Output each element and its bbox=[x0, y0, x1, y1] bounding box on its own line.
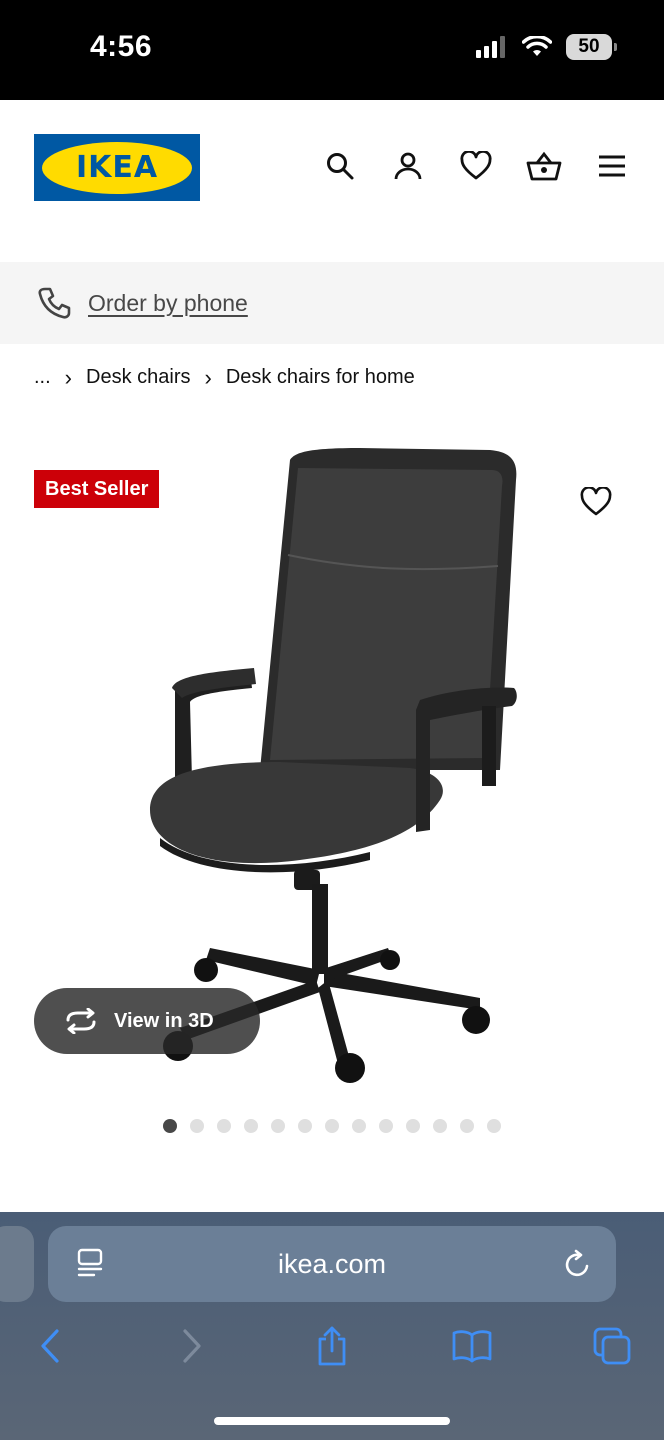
view-in-3d-button[interactable]: View in 3D bbox=[34, 988, 260, 1054]
ikea-logo[interactable]: IKEA bbox=[34, 134, 200, 201]
carousel-dots bbox=[163, 1119, 501, 1133]
phone-icon bbox=[38, 287, 71, 319]
status-time: 4:56 bbox=[90, 30, 153, 63]
signal-icon bbox=[476, 36, 505, 58]
add-to-favorites-button[interactable] bbox=[578, 484, 614, 520]
carousel-dot[interactable] bbox=[190, 1119, 204, 1133]
previous-tab-preview[interactable] bbox=[0, 1226, 34, 1302]
header-actions bbox=[322, 148, 630, 184]
carousel-dot[interactable] bbox=[433, 1119, 447, 1133]
chevron-right-icon: › bbox=[204, 364, 212, 390]
order-by-phone-bar: Order by phone bbox=[0, 262, 664, 344]
view-in-3d-label: View in 3D bbox=[114, 1009, 214, 1032]
favorites-icon[interactable] bbox=[458, 148, 494, 184]
status-indicators: 50 bbox=[476, 34, 617, 60]
home-indicator bbox=[214, 1417, 450, 1425]
share-button[interactable] bbox=[310, 1322, 354, 1370]
browser-toolbar bbox=[0, 1322, 664, 1382]
carousel-dot[interactable] bbox=[379, 1119, 393, 1133]
forward-button[interactable] bbox=[170, 1322, 214, 1370]
rotate-3d-icon bbox=[66, 1008, 96, 1034]
back-button[interactable] bbox=[28, 1322, 72, 1370]
account-icon[interactable] bbox=[390, 148, 426, 184]
carousel-dot[interactable] bbox=[487, 1119, 501, 1133]
reload-icon[interactable] bbox=[562, 1248, 594, 1280]
wifi-icon bbox=[522, 36, 552, 56]
carousel-dot[interactable] bbox=[244, 1119, 258, 1133]
carousel-dot[interactable] bbox=[271, 1119, 285, 1133]
carousel-dot[interactable] bbox=[217, 1119, 231, 1133]
search-icon[interactable] bbox=[322, 148, 358, 184]
order-by-phone-link[interactable]: Order by phone bbox=[88, 290, 248, 317]
breadcrumb: ... › Desk chairs › Desk chairs for home bbox=[34, 366, 415, 389]
carousel-dot[interactable] bbox=[325, 1119, 339, 1133]
logo-oval: IKEA bbox=[42, 141, 192, 194]
share-icon bbox=[318, 1326, 346, 1366]
cart-icon[interactable] bbox=[526, 148, 562, 184]
carousel-dot[interactable] bbox=[460, 1119, 474, 1133]
tabs-icon bbox=[593, 1327, 631, 1365]
heart-icon bbox=[580, 487, 612, 516]
reader-mode-icon[interactable] bbox=[76, 1248, 106, 1280]
status-bar: 4:56 50 bbox=[0, 0, 664, 100]
menu-icon[interactable] bbox=[594, 148, 630, 184]
carousel-dot[interactable] bbox=[406, 1119, 420, 1133]
breadcrumb-desk-chairs-for-home[interactable]: Desk chairs for home bbox=[226, 366, 415, 389]
chevron-right-icon bbox=[183, 1329, 201, 1363]
browser-chrome: ikea.com bbox=[0, 1212, 664, 1440]
carousel-dot[interactable] bbox=[163, 1119, 177, 1133]
breadcrumb-ellipsis[interactable]: ... bbox=[34, 366, 51, 389]
chevron-right-icon: › bbox=[64, 364, 72, 390]
address-bar[interactable]: ikea.com bbox=[48, 1226, 616, 1302]
battery-indicator: 50 bbox=[566, 34, 617, 60]
bookmarks-button[interactable] bbox=[450, 1322, 494, 1370]
chevron-left-icon bbox=[41, 1329, 59, 1363]
logo-text: IKEA bbox=[75, 150, 159, 185]
url-text: ikea.com bbox=[277, 1248, 387, 1279]
product-image-gallery[interactable]: Best Seller View in 3D bbox=[0, 430, 664, 1110]
carousel-dot[interactable] bbox=[298, 1119, 312, 1133]
best-seller-badge: Best Seller bbox=[34, 470, 160, 508]
site-header: IKEA bbox=[0, 100, 664, 262]
carousel-dot[interactable] bbox=[352, 1119, 366, 1133]
tabs-button[interactable] bbox=[590, 1322, 634, 1370]
breadcrumb-desk-chairs[interactable]: Desk chairs bbox=[86, 366, 190, 389]
book-icon bbox=[452, 1330, 492, 1363]
